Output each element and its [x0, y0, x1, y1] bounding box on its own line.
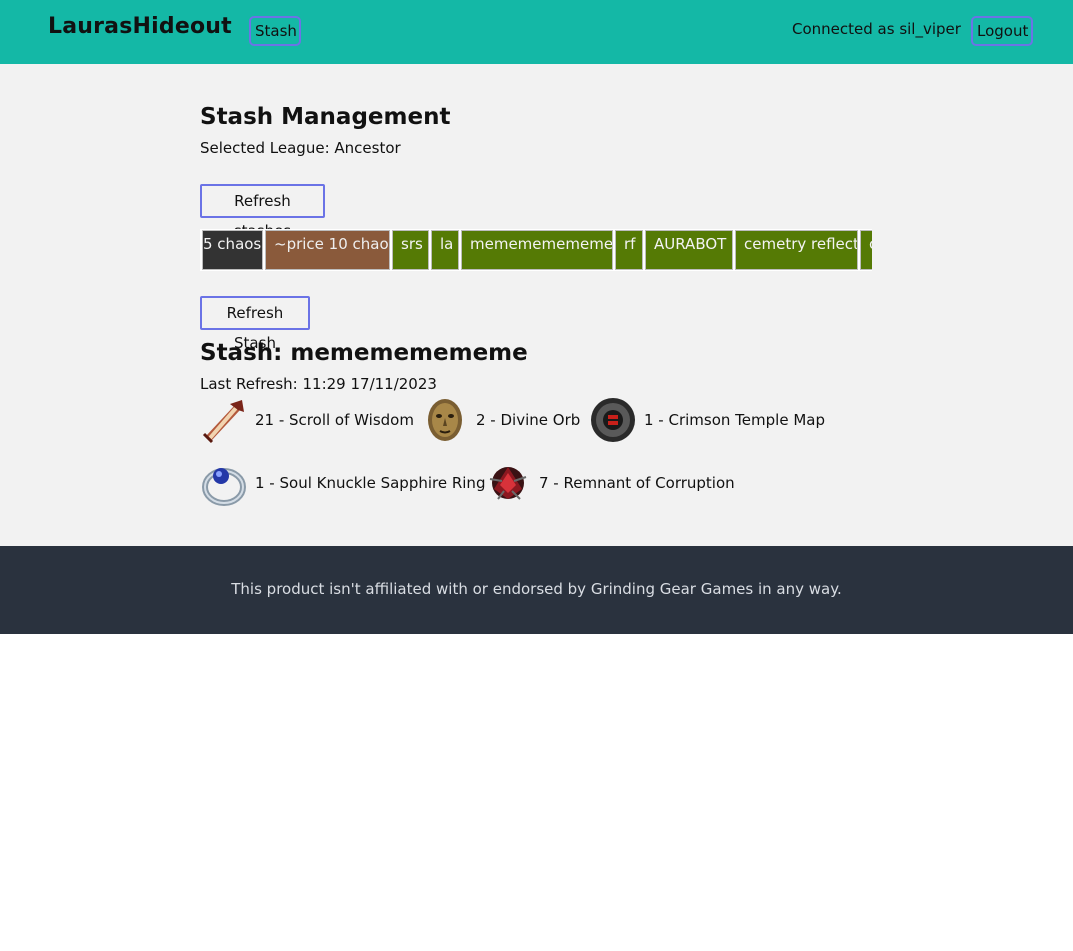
- item-label: 1 - Soul Knuckle Sapphire Ring: [255, 474, 486, 492]
- stash-item: 1 - Crimson Temple Map: [589, 396, 825, 444]
- top-navbar: LaurasHideout Stash Connected as sil_vip…: [0, 0, 1073, 64]
- footer: This product isn't affiliated with or en…: [0, 546, 1073, 634]
- stash-nav-button[interactable]: Stash: [249, 16, 301, 46]
- scroll-icon: [202, 400, 244, 444]
- stash-item: 7 - Remnant of Corruption: [484, 459, 735, 507]
- stash-tab[interactable]: cemetry reflect: [735, 230, 858, 270]
- stash-tab[interactable]: 5 chaos: [202, 230, 263, 270]
- stash-tab[interactable]: la: [431, 230, 459, 270]
- logout-button[interactable]: Logout: [971, 16, 1033, 46]
- brand-logo[interactable]: LaurasHideout: [48, 14, 232, 39]
- stash-tab[interactable]: c: [860, 230, 872, 270]
- stash-tab[interactable]: rf: [615, 230, 643, 270]
- map-icon: [591, 398, 635, 442]
- footer-disclaimer: This product isn't affiliated with or en…: [231, 580, 842, 598]
- item-label: 1 - Crimson Temple Map: [644, 411, 825, 429]
- stash-item: 2 - Divine Orb: [421, 396, 580, 444]
- last-refresh: Last Refresh: 11:29 17/11/2023: [200, 375, 437, 393]
- stash-tab[interactable]: AURABOT: [645, 230, 733, 270]
- page-title: Stash Management: [200, 104, 451, 130]
- refresh-stashes-button[interactable]: Refresh stashes: [200, 184, 325, 240]
- item-label: 7 - Remnant of Corruption: [539, 474, 735, 492]
- stash-title: Stash: memememememe: [200, 340, 528, 366]
- item-label: 2 - Divine Orb: [476, 411, 581, 429]
- corruption-icon: [489, 467, 527, 500]
- divine-orb-icon: [428, 399, 462, 441]
- selected-league: Selected League: Ancestor: [200, 139, 401, 157]
- stash-tab[interactable]: memememememe: [461, 230, 613, 270]
- item-label: 21 - Scroll of Wisdom: [255, 411, 414, 429]
- stash-tabs: 5 chaos ~price 10 chaos srs la memememem…: [200, 229, 872, 271]
- ring-icon: [202, 468, 246, 506]
- stash-tab[interactable]: ~price 10 chaos: [265, 230, 390, 270]
- connection-status: Connected as sil_viper: [792, 20, 961, 38]
- stash-item: 1 - Soul Knuckle Sapphire Ring: [200, 459, 485, 507]
- refresh-stash-button[interactable]: Refresh Stash: [200, 296, 310, 352]
- stash-tab[interactable]: srs: [392, 230, 429, 270]
- stash-item: 21 - Scroll of Wisdom: [200, 396, 414, 444]
